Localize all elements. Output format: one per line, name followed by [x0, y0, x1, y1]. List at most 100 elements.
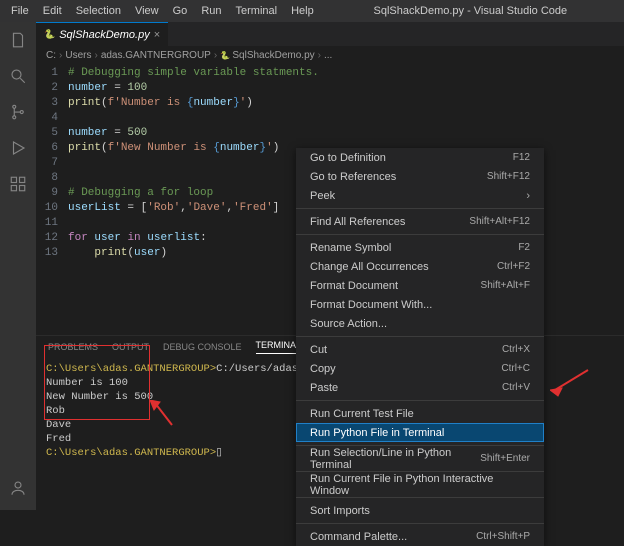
- breadcrumb-part[interactable]: C:: [46, 50, 56, 61]
- tab-sqlshackdemo[interactable]: 🐍 SqlShackDemo.py ×: [36, 22, 168, 46]
- menu-item-shortcut: Shift+Alt+F12: [469, 216, 530, 227]
- menu-item-run-python-file-in-terminal[interactable]: Run Python File in Terminal: [296, 423, 544, 442]
- panel-tab-debug-console[interactable]: DEBUG CONSOLE: [163, 342, 242, 352]
- menu-item-cut[interactable]: Cut Ctrl+X: [296, 340, 544, 359]
- line-number: 6: [36, 141, 68, 156]
- menu-item-label: Find All References: [310, 216, 405, 228]
- menu-item-find-all-references[interactable]: Find All References Shift+Alt+F12: [296, 212, 544, 231]
- code-line[interactable]: 1# Debugging simple variable statments.: [36, 66, 624, 81]
- run-debug-icon[interactable]: [6, 136, 30, 160]
- line-number: 11: [36, 216, 68, 231]
- menu-item-label: Run Current Test File: [310, 408, 414, 420]
- code-line[interactable]: 3print(f'Number is {number}'): [36, 96, 624, 111]
- search-icon[interactable]: [6, 64, 30, 88]
- menu-item-label: Format Document: [310, 280, 398, 292]
- menu-item-label: Source Action...: [310, 318, 387, 330]
- menu-item-shortcut: Ctrl+Shift+P: [476, 531, 530, 542]
- menubar: FileEditSelectionViewGoRunTerminalHelp: [4, 2, 321, 20]
- line-number: 4: [36, 111, 68, 126]
- line-number: 1: [36, 66, 68, 81]
- menu-help[interactable]: Help: [284, 2, 321, 20]
- menu-terminal[interactable]: Terminal: [229, 2, 285, 20]
- menu-item-label: Rename Symbol: [310, 242, 391, 254]
- line-number: 8: [36, 171, 68, 186]
- context-menu: Go to Definition F12 Go to References Shift…: [296, 148, 544, 546]
- activity-bar: [0, 22, 36, 510]
- line-number: 9: [36, 186, 68, 201]
- menu-item-label: Run Current File in Python Interactive W…: [310, 473, 530, 497]
- menu-item-go-to-definition[interactable]: Go to Definition F12: [296, 148, 544, 167]
- menu-item-label: Run Selection/Line in Python Terminal: [310, 447, 480, 471]
- menu-item-label: Run Python File in Terminal: [310, 427, 444, 439]
- code-line[interactable]: 5number = 500: [36, 126, 624, 141]
- menu-item-format-document[interactable]: Format Document Shift+Alt+F: [296, 276, 544, 295]
- menu-selection[interactable]: Selection: [69, 2, 128, 20]
- menu-item-shortcut: Ctrl+V: [502, 382, 530, 393]
- menu-file[interactable]: File: [4, 2, 36, 20]
- menu-item-label: Command Palette...: [310, 531, 407, 543]
- line-number: 3: [36, 96, 68, 111]
- files-icon[interactable]: [6, 28, 30, 52]
- menu-item-shortcut: F12: [513, 152, 530, 163]
- menu-item-label: Sort Imports: [310, 505, 370, 517]
- menu-item-copy[interactable]: Copy Ctrl+C: [296, 359, 544, 378]
- tab-filename: SqlShackDemo.py: [59, 29, 150, 41]
- menu-item-run-current-file-in-python-interactive-window[interactable]: Run Current File in Python Interactive W…: [296, 475, 544, 494]
- line-number: 13: [36, 246, 68, 261]
- line-number: 2: [36, 81, 68, 96]
- menu-go[interactable]: Go: [166, 2, 195, 20]
- menu-item-shortcut: Shift+F12: [487, 171, 530, 182]
- menu-item-shortcut: ›: [526, 190, 530, 202]
- menu-item-run-selection-line-in-python-terminal[interactable]: Run Selection/Line in Python TerminalShi…: [296, 449, 544, 468]
- code-line[interactable]: 2number = 100: [36, 81, 624, 96]
- panel-tab-problems[interactable]: PROBLEMS: [48, 342, 98, 352]
- menu-view[interactable]: View: [128, 2, 166, 20]
- source-control-icon[interactable]: [6, 100, 30, 124]
- menu-item-label: Change All Occurrences: [310, 261, 429, 273]
- menu-item-go-to-references[interactable]: Go to References Shift+F12: [296, 167, 544, 186]
- menu-item-run-current-test-file[interactable]: Run Current Test File: [296, 404, 544, 423]
- menu-item-shortcut: Shift+Alt+F: [481, 280, 530, 291]
- line-number: 10: [36, 201, 68, 216]
- code-line[interactable]: 4: [36, 111, 624, 126]
- breadcrumb-part[interactable]: Users: [65, 50, 91, 61]
- extensions-icon[interactable]: [6, 172, 30, 196]
- menu-item-label: Go to References: [310, 171, 396, 183]
- menu-item-label: Go to Definition: [310, 152, 386, 164]
- menu-item-label: Peek: [310, 190, 335, 202]
- close-icon[interactable]: ×: [154, 29, 160, 41]
- menu-item-shortcut: Shift+Enter: [480, 453, 530, 464]
- titlebar: FileEditSelectionViewGoRunTerminalHelp S…: [0, 0, 624, 22]
- menu-item-rename-symbol[interactable]: Rename Symbol F2: [296, 238, 544, 257]
- line-number: 12: [36, 231, 68, 246]
- menu-item-paste[interactable]: Paste Ctrl+V: [296, 378, 544, 397]
- breadcrumb-part[interactable]: adas.GANTNERGROUP: [101, 50, 211, 61]
- menu-edit[interactable]: Edit: [36, 2, 69, 20]
- window-title: SqlShackDemo.py - Visual Studio Code: [321, 5, 620, 17]
- line-number: 7: [36, 156, 68, 171]
- line-number: 5: [36, 126, 68, 141]
- tab-bar: 🐍 SqlShackDemo.py ×: [36, 22, 624, 46]
- menu-item-shortcut: Ctrl+C: [501, 363, 530, 374]
- python-icon: 🐍: [44, 29, 55, 40]
- menu-item-format-document-with-[interactable]: Format Document With...: [296, 295, 544, 314]
- account-icon[interactable]: [6, 476, 30, 500]
- menu-item-sort-imports[interactable]: Sort Imports: [296, 501, 544, 520]
- breadcrumb[interactable]: C:›Users›adas.GANTNERGROUP›🐍 SqlShackDem…: [36, 46, 624, 64]
- breadcrumb-part[interactable]: ...: [324, 50, 332, 61]
- menu-item-label: Copy: [310, 363, 336, 375]
- menu-item-label: Format Document With...: [310, 299, 432, 311]
- menu-item-label: Paste: [310, 382, 338, 394]
- menu-item-shortcut: Ctrl+F2: [497, 261, 530, 272]
- menu-item-peek[interactable]: Peek ›: [296, 186, 544, 205]
- menu-run[interactable]: Run: [194, 2, 228, 20]
- menu-item-change-all-occurrences[interactable]: Change All Occurrences Ctrl+F2: [296, 257, 544, 276]
- menu-item-label: Cut: [310, 344, 327, 356]
- menu-item-shortcut: F2: [518, 242, 530, 253]
- breadcrumb-part[interactable]: 🐍 SqlShackDemo.py: [220, 50, 314, 61]
- menu-item-shortcut: Ctrl+X: [502, 344, 530, 355]
- panel-tab-output[interactable]: OUTPUT: [112, 342, 149, 352]
- menu-item-command-palette-[interactable]: Command Palette... Ctrl+Shift+P: [296, 527, 544, 546]
- menu-item-source-action-[interactable]: Source Action...: [296, 314, 544, 333]
- panel-tab-terminal[interactable]: TERMINAL: [256, 340, 302, 354]
